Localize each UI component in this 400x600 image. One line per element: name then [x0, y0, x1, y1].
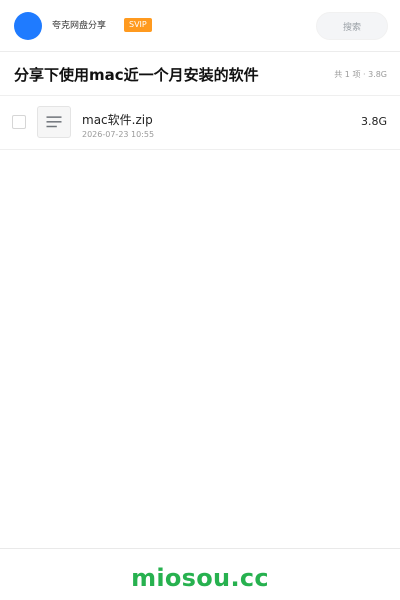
archive-file-icon [37, 106, 71, 138]
svip-badge: SVIP [124, 18, 152, 32]
file-checkbox[interactable] [12, 115, 26, 129]
file-size: 3.8G [360, 115, 387, 128]
share-summary: 共 1 项 · 3.8G [334, 70, 387, 79]
share-page: 夸克网盘分享 SVIP 搜索 分享下使用mac近一个月安装的软件 共 1 项 ·… [0, 0, 400, 600]
share-title-row: 分享下使用mac近一个月安装的软件 共 1 项 · 3.8G [0, 52, 400, 96]
file-date: 2026-07-23 10:55 [82, 130, 155, 139]
brand-label: 夸克网盘分享 [52, 21, 107, 31]
file-row[interactable]: mac软件.zip 2026-07-23 10:55 3.8G [0, 97, 400, 150]
file-name[interactable]: mac软件.zip [82, 112, 153, 128]
watermark-label: miosou.cc [131, 564, 269, 592]
search-button[interactable]: 搜索 [316, 12, 388, 40]
avatar[interactable] [14, 12, 42, 40]
top-bar: 夸克网盘分享 SVIP 搜索 [0, 0, 400, 52]
footer: miosou.cc [0, 548, 400, 600]
share-title: 分享下使用mac近一个月安装的软件 [14, 66, 259, 84]
